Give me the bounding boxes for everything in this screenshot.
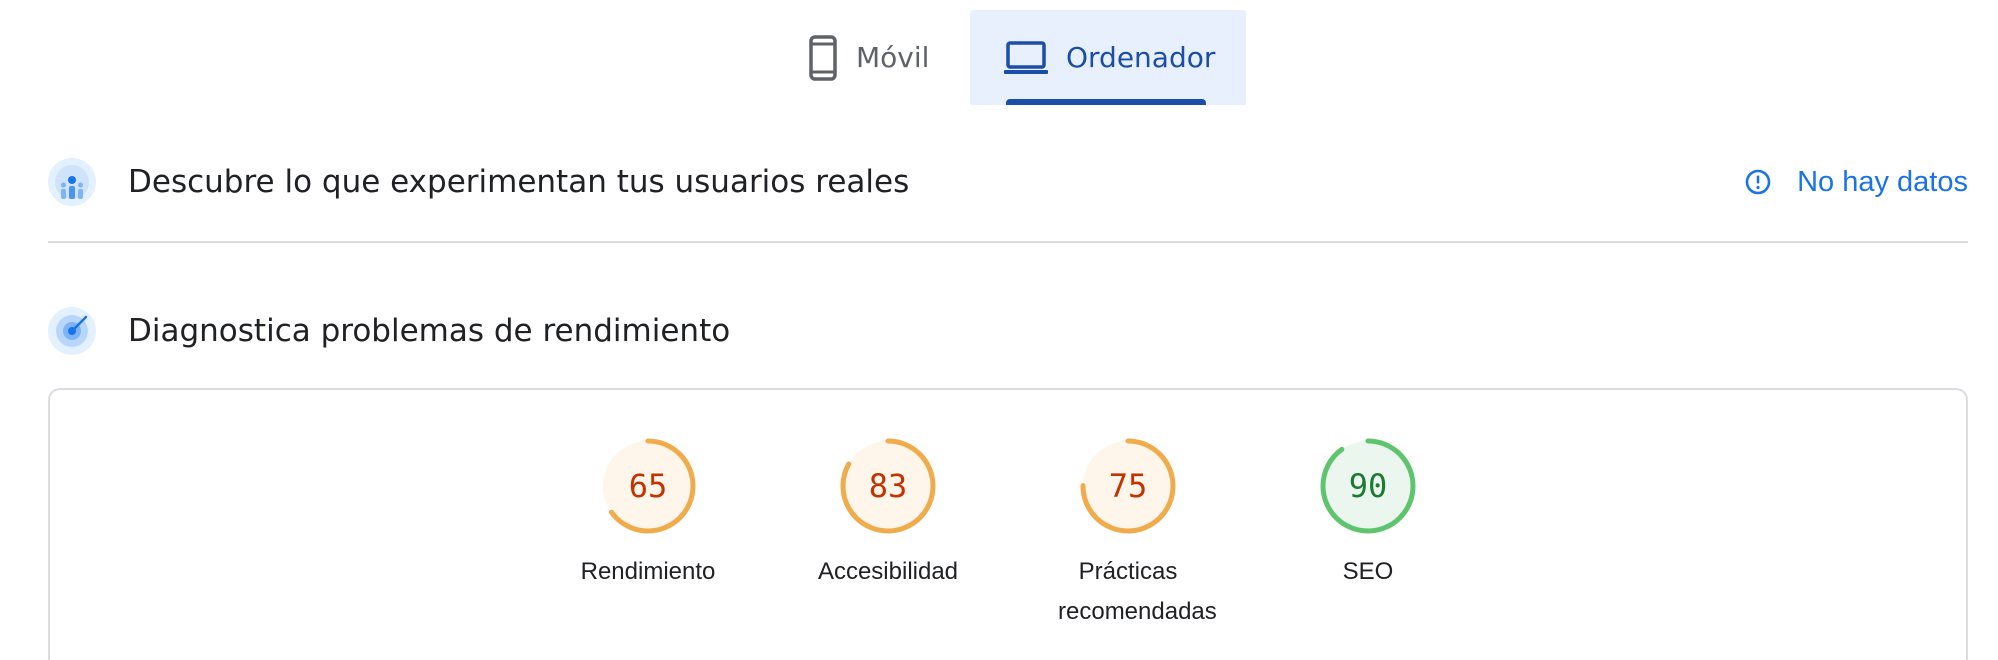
score-value: 75	[1109, 467, 1148, 505]
scores-card	[48, 388, 1968, 660]
field-data-title: Descubre lo que experimentan tus usuario…	[128, 164, 910, 200]
laptop-icon	[1004, 40, 1048, 75]
phone-icon	[808, 34, 838, 81]
score-ring: 65	[600, 438, 696, 534]
users-chart-icon	[48, 158, 96, 206]
lab-data-title: Diagnostica problemas de rendimiento	[128, 313, 731, 349]
score-label: Accesibilidad	[817, 558, 959, 585]
section-divider	[48, 241, 1968, 243]
score-label: Rendimiento	[580, 558, 716, 585]
score-gauge[interactable]: 90 SEO	[1268, 436, 1468, 592]
device-tabs: Móvil Ordenador	[790, 10, 1246, 105]
score-ring: 83	[840, 438, 936, 534]
pagespeed-report: Móvil Ordenador Descubre lo que experime…	[0, 0, 1998, 660]
info-icon	[1745, 169, 1771, 195]
score-ring: 90	[1320, 438, 1416, 534]
tab-mobile[interactable]: Móvil	[790, 10, 970, 105]
score-gauge[interactable]: 65 Rendimiento	[548, 436, 748, 592]
score-label: Prácticas recomendadas	[1058, 558, 1217, 625]
no-data-link[interactable]: No hay datos	[1745, 166, 1968, 199]
score-gauge[interactable]: 83 Accesibilidad	[788, 436, 988, 592]
score-ring: 75	[1080, 438, 1176, 534]
tab-desktop[interactable]: Ordenador	[970, 10, 1246, 105]
field-data-section: Descubre lo que experimentan tus usuario…	[48, 157, 1968, 207]
selected-tab-indicator	[1006, 99, 1206, 105]
tab-desktop-label: Ordenador	[1066, 41, 1216, 74]
score-value: 90	[1349, 467, 1388, 505]
score-gauge[interactable]: 75 Prácticas recomendadas	[1028, 436, 1228, 632]
target-icon	[48, 307, 96, 355]
tab-mobile-label: Móvil	[856, 41, 930, 74]
score-value: 65	[629, 467, 668, 505]
score-value: 83	[869, 467, 908, 505]
score-label: SEO	[1342, 558, 1394, 585]
no-data-label: No hay datos	[1797, 165, 1968, 198]
lab-data-section: Diagnostica problemas de rendimiento	[48, 306, 1968, 356]
